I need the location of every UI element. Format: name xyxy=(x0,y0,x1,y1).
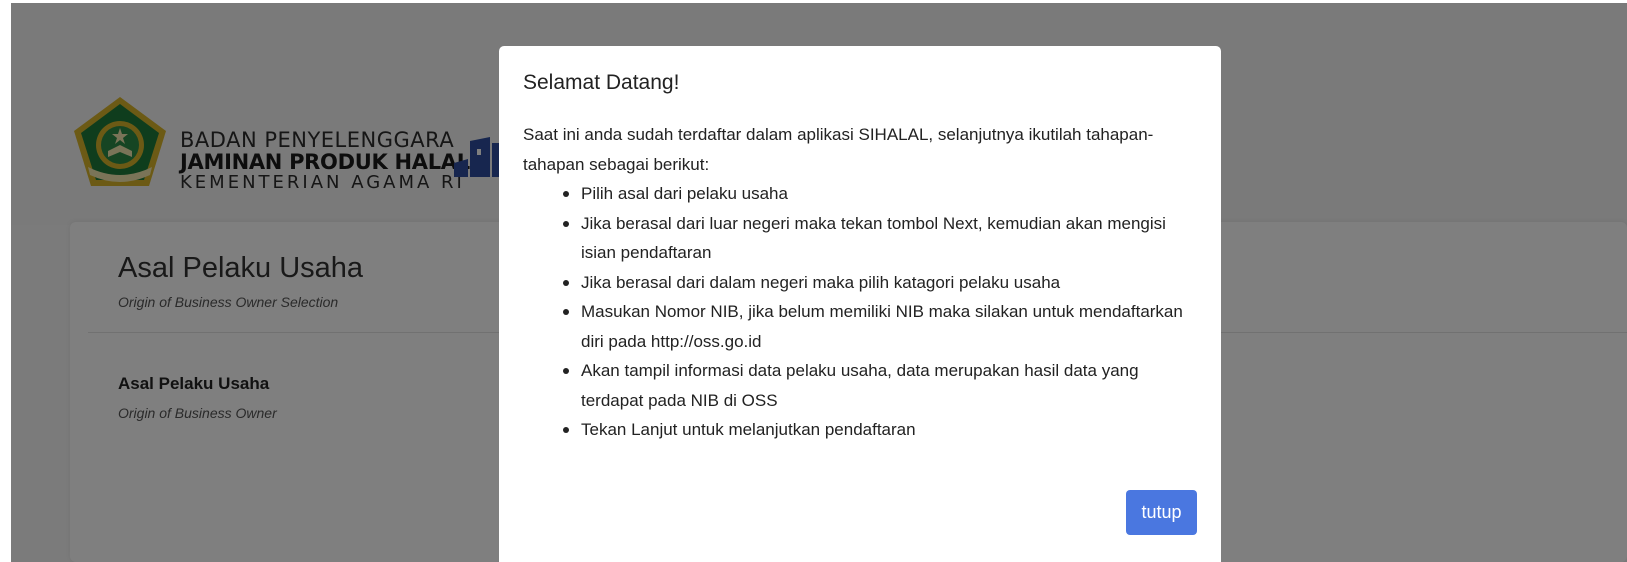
step-item: Pilih asal dari pelaku usaha xyxy=(563,179,1203,209)
step-item: Jika berasal dari dalam negeri maka pili… xyxy=(563,268,1203,298)
step-item: Masukan Nomor NIB, jika belum memiliki N… xyxy=(563,297,1203,356)
modal-intro: Saat ini anda sudah terdaftar dalam apli… xyxy=(523,125,1154,174)
close-button[interactable]: tutup xyxy=(1126,490,1197,535)
welcome-modal: Selamat Datang! Saat ini anda sudah terd… xyxy=(499,46,1221,562)
modal-body: Saat ini anda sudah terdaftar dalam apli… xyxy=(523,120,1203,445)
steps-list: Pilih asal dari pelaku usaha Jika berasa… xyxy=(563,179,1203,445)
viewport-edge xyxy=(0,0,11,562)
step-item: Akan tampil informasi data pelaku usaha,… xyxy=(563,356,1203,415)
modal-title: Selamat Datang! xyxy=(523,71,680,94)
step-item: Tekan Lanjut untuk melanjutkan pendaftar… xyxy=(563,415,1203,445)
step-item: Jika berasal dari luar negeri maka tekan… xyxy=(563,209,1203,268)
